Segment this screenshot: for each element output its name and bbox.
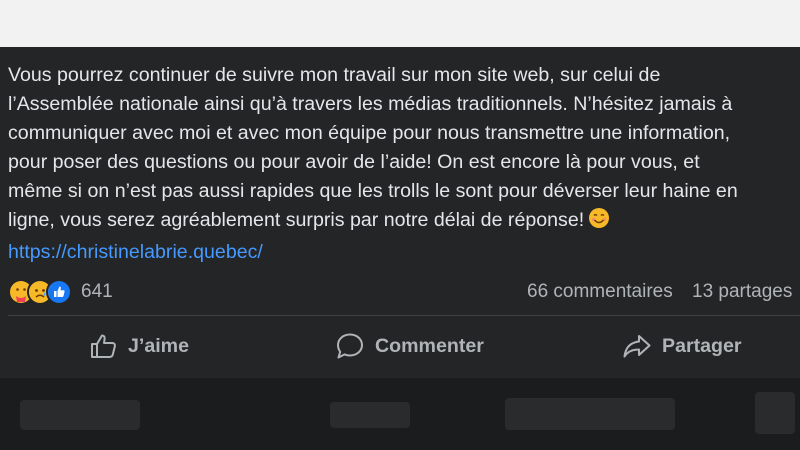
blurred-feed-background <box>0 378 800 450</box>
blurred-block <box>20 400 140 430</box>
smiling-emoji-icon <box>588 207 610 238</box>
like-button[interactable]: J’aime <box>90 331 189 361</box>
share-arrow-icon <box>623 335 651 358</box>
thumbs-up-icon <box>91 334 116 358</box>
like-button-label: J’aime <box>128 334 190 357</box>
top-light-band <box>0 0 800 47</box>
post-line: pour poser des questions ou pour avoir d… <box>8 151 700 173</box>
share-button-label: Partager <box>662 334 742 357</box>
comment-bubble-icon <box>337 333 363 359</box>
blurred-block <box>330 402 410 428</box>
website-link[interactable]: https://christinelabrie.quebec/ <box>8 240 263 264</box>
share-button[interactable]: Partager <box>622 331 742 361</box>
post-line: communiquer avec moi et avec mon équipe … <box>8 122 731 144</box>
blurred-block <box>505 398 675 430</box>
post-card: Vous pourrez continuer de suivre mon tra… <box>0 47 800 378</box>
comment-button-label: Commenter <box>375 334 484 357</box>
comments-count[interactable]: 66 commentaires <box>527 281 673 302</box>
blurred-block <box>755 392 795 434</box>
like-reaction-icon <box>46 279 72 305</box>
comment-button[interactable]: Commenter <box>335 331 484 361</box>
post-line-last: ligne, vous serez agréablement surpris p… <box>8 206 800 238</box>
post-line: ligne, vous serez agréablement surpris p… <box>8 209 585 231</box>
post-stats: 66 commentaires 13 partages <box>527 281 800 303</box>
post-line: même si on n’est pas aussi rapides que l… <box>8 180 738 202</box>
shares-count[interactable]: 13 partages <box>692 281 792 302</box>
reaction-count: 641 <box>81 281 113 302</box>
post-line: Vous pourrez continuer de suivre mon tra… <box>8 64 661 86</box>
post-message: Vous pourrez continuer de suivre mon tra… <box>8 61 800 238</box>
post-line: l’Assemblée nationale ainsi qu’à travers… <box>8 93 733 115</box>
reactions-summary[interactable]: 641 <box>8 278 113 306</box>
actions-divider <box>8 315 800 316</box>
